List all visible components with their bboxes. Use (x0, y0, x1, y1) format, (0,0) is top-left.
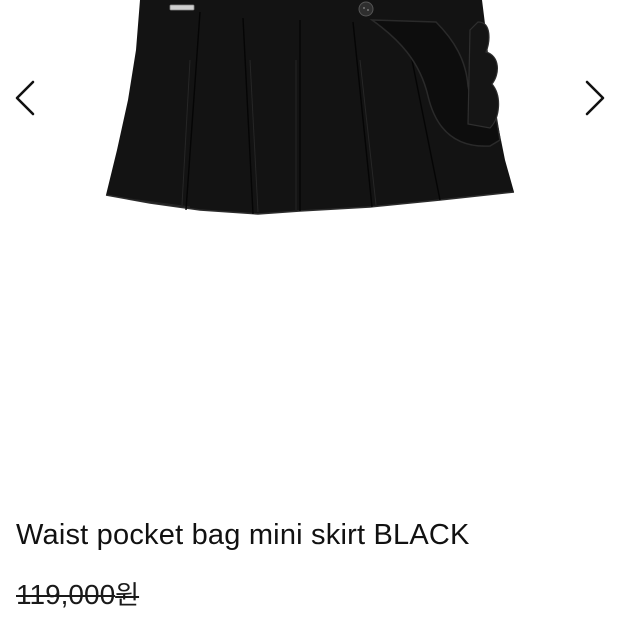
original-price: 119,000원 (16, 575, 139, 612)
previous-image-button[interactable] (8, 78, 42, 118)
metal-tag (169, 4, 195, 11)
price-currency: 원 (115, 580, 140, 610)
chevron-left-icon (15, 80, 35, 116)
product-detail-page: Waist pocket bag mini skirt BLACK 119,00… (0, 0, 620, 620)
product-image-gallery[interactable] (0, 0, 620, 480)
price-amount: 119,000 (16, 579, 116, 610)
product-image (105, 0, 515, 215)
pocket-flap (467, 21, 500, 129)
skirt-button (358, 1, 374, 17)
next-image-button[interactable] (578, 78, 612, 118)
product-title: Waist pocket bag mini skirt BLACK (16, 519, 470, 551)
chevron-right-icon (585, 80, 605, 116)
